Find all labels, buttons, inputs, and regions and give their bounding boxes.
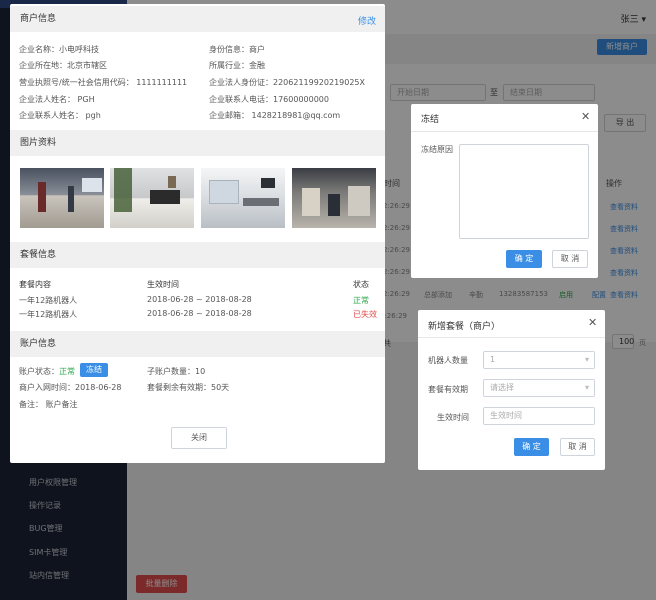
- new-package-dialog: 新增套餐（商户） ✕ 机器人数量 1 ▾ 套餐有效期 请选择 ▾ 生效时间 生效…: [418, 310, 605, 470]
- photo-workspace[interactable]: [292, 168, 376, 228]
- robot-count-value: 1: [490, 355, 496, 364]
- package-col-status: 状态: [353, 280, 369, 289]
- package-row-content: 一年12路机器人: [19, 296, 78, 305]
- close-icon[interactable]: ✕: [588, 316, 597, 329]
- new-package-dialog-title: 新增套餐（商户）: [428, 322, 501, 332]
- business-license: 营业执照号/统一社会信用代码： 1111111111: [19, 78, 188, 87]
- package-row-time: 2018-06-28 ~ 2018-08-28: [147, 295, 252, 304]
- package-period-placeholder: 请选择: [490, 383, 514, 392]
- account-status: 账户状态：正常: [19, 366, 75, 377]
- freeze-cancel-button[interactable]: 取 消: [552, 250, 588, 268]
- edit-link[interactable]: 修改: [358, 14, 376, 27]
- photos-header: 图片资料: [10, 130, 385, 156]
- contact-name: 企业联系人姓名： pgh: [19, 111, 101, 120]
- package-row-content: 一年12路机器人: [19, 310, 78, 319]
- close-icon[interactable]: ✕: [581, 110, 590, 123]
- photo-meeting-room[interactable]: [201, 168, 285, 228]
- robot-count-select[interactable]: 1 ▾: [483, 351, 595, 369]
- close-button[interactable]: 关闭: [171, 427, 227, 449]
- package-row-status: 正常: [353, 296, 369, 305]
- effective-time-input[interactable]: 生效时间: [483, 407, 595, 425]
- freeze-dialog-title: 冻结: [421, 115, 440, 125]
- company-email: 企业邮箱： 1428218981@qq.com: [209, 111, 341, 120]
- photo-office-lobby[interactable]: [20, 168, 104, 228]
- package-col-content: 套餐内容: [19, 280, 51, 289]
- package-confirm-button[interactable]: 确 定: [514, 438, 549, 456]
- account-title: 账户信息: [20, 339, 57, 349]
- package-remaining: 套餐剩余有效期：50天: [147, 383, 230, 392]
- legal-person-name: 企业法人姓名： PGH: [19, 95, 95, 104]
- account-header: 账户信息: [10, 331, 385, 357]
- freeze-confirm-button[interactable]: 确 定: [506, 250, 542, 268]
- package-col-time: 生效时间: [147, 280, 179, 289]
- chevron-down-icon: ▾: [584, 355, 589, 364]
- package-row-time: 2018-06-28 ~ 2018-08-28: [147, 309, 252, 318]
- industry: 所属行业：金融: [209, 61, 265, 70]
- legal-id-card: 企业法人身份证：22062119920219025X: [209, 78, 366, 87]
- freeze-reason-label: 冻结原因: [421, 145, 453, 154]
- account-status-label: 账户状态：: [19, 367, 59, 376]
- company-name: 企业名称：小电呼科技: [19, 45, 99, 54]
- account-status-value: 正常: [59, 367, 75, 376]
- package-title: 套餐信息: [20, 250, 57, 260]
- divider: [418, 337, 605, 338]
- sub-account-count: 子账户数量：10: [147, 367, 206, 376]
- company-location: 企业所在地：北京市辖区: [19, 61, 107, 70]
- package-cancel-button[interactable]: 取 消: [560, 438, 595, 456]
- package-row-status: 已失效: [353, 310, 377, 319]
- merchant-info-modal: 商户信息 修改 企业名称：小电呼科技 身份信息：商户 企业所在地：北京市辖区 所…: [10, 4, 385, 463]
- merchant-info-title: 商户信息: [20, 14, 57, 24]
- freeze-reason-textarea[interactable]: [459, 144, 589, 239]
- account-remark: 备注： 账户备注: [19, 400, 78, 409]
- freeze-button[interactable]: 冻结: [80, 363, 108, 377]
- package-period-select[interactable]: 请选择 ▾: [483, 379, 595, 397]
- freeze-dialog: 冻结 ✕ 冻结原因 确 定 取 消: [411, 104, 598, 278]
- chevron-down-icon: ▾: [584, 383, 589, 392]
- join-time: 商户入网时间：2018-06-28: [19, 383, 122, 392]
- package-period-label: 套餐有效期: [428, 385, 468, 394]
- divider: [411, 131, 598, 132]
- contact-phone: 企业联系人电话：17600000000: [209, 95, 329, 104]
- merchant-info-header: 商户信息: [10, 6, 385, 32]
- effective-time-label: 生效时间: [437, 413, 469, 422]
- identity-info: 身份信息：商户: [209, 45, 265, 54]
- photo-office-plants[interactable]: [110, 168, 194, 228]
- photos-title: 图片资料: [20, 138, 57, 148]
- package-header: 套餐信息: [10, 242, 385, 268]
- robot-count-label: 机器人数量: [428, 356, 468, 365]
